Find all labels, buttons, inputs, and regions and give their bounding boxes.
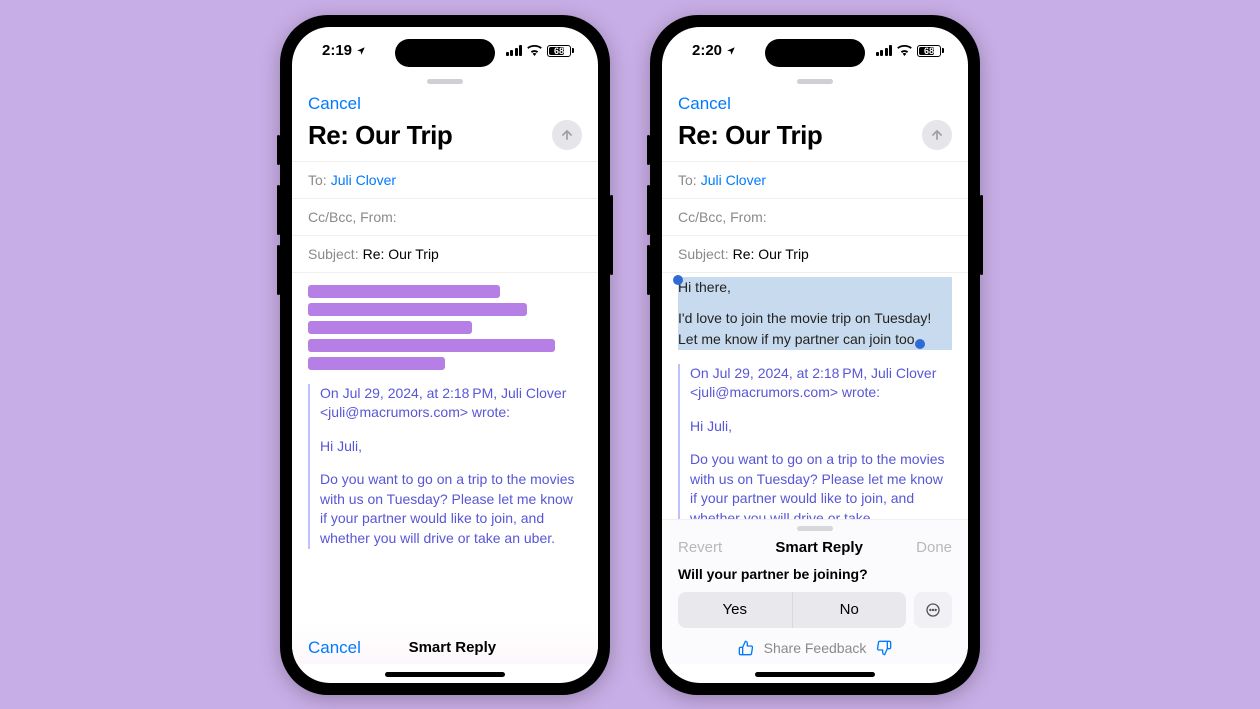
smart-reply-title: Smart Reply bbox=[409, 639, 497, 656]
message-body[interactable]: On Jul 29, 2024, at 2:18 PM, Juli Clover… bbox=[292, 273, 598, 624]
quote-greeting: Hi Juli, bbox=[320, 437, 582, 457]
to-field[interactable]: To: Juli Clover bbox=[662, 161, 968, 198]
side-button bbox=[647, 135, 650, 165]
side-button bbox=[647, 185, 650, 235]
quote-header: On Jul 29, 2024, at 2:18 PM, Juli Clover… bbox=[690, 364, 952, 403]
subject-field[interactable]: Subject: Re: Our Trip bbox=[292, 235, 598, 273]
arrow-up-icon bbox=[930, 128, 944, 142]
thumbs-up-icon[interactable] bbox=[738, 640, 754, 656]
status-time: 2:20 bbox=[692, 42, 722, 59]
ai-generating-placeholder bbox=[308, 285, 582, 370]
home-indicator[interactable] bbox=[385, 672, 505, 677]
feedback-label: Share Feedback bbox=[764, 640, 867, 656]
compose-title: Re: Our Trip bbox=[678, 120, 822, 151]
side-button bbox=[647, 245, 650, 295]
location-icon bbox=[356, 46, 366, 56]
smart-reply-question: Will your partner be joining? bbox=[662, 566, 968, 592]
arrow-up-icon bbox=[560, 128, 574, 142]
cellular-icon bbox=[876, 45, 893, 56]
side-button bbox=[277, 245, 280, 295]
to-value[interactable]: Juli Clover bbox=[331, 172, 396, 188]
selection-handle-end[interactable] bbox=[915, 339, 925, 349]
cancel-button[interactable]: Cancel bbox=[678, 94, 731, 114]
side-button bbox=[610, 195, 613, 275]
message-body[interactable]: Hi there, I'd love to join the movie tri… bbox=[662, 273, 968, 519]
dynamic-island bbox=[765, 39, 865, 67]
quoted-message: On Jul 29, 2024, at 2:18 PM, Juli Clover… bbox=[308, 384, 582, 549]
smart-reply-title: Smart Reply bbox=[775, 539, 863, 556]
subject-value: Re: Our Trip bbox=[733, 246, 809, 262]
smart-reply-panel: Revert Smart Reply Done Will your partne… bbox=[662, 519, 968, 664]
choice-yes[interactable]: Yes bbox=[678, 592, 792, 628]
smart-reply-bar: Cancel Smart Reply Done bbox=[292, 624, 598, 664]
wifi-icon bbox=[897, 45, 912, 56]
subject-label: Subject: bbox=[678, 246, 729, 262]
subject-label: Subject: bbox=[308, 246, 359, 262]
cc-bcc-field[interactable]: Cc/Bcc, From: bbox=[662, 198, 968, 235]
selection-handle-start[interactable] bbox=[673, 275, 683, 285]
cancel-button[interactable]: Cancel bbox=[308, 638, 361, 658]
cc-label: Cc/Bcc, From: bbox=[678, 209, 767, 225]
cc-bcc-field[interactable]: Cc/Bcc, From: bbox=[292, 198, 598, 235]
dynamic-island bbox=[395, 39, 495, 67]
side-button bbox=[277, 185, 280, 235]
to-value[interactable]: Juli Clover bbox=[701, 172, 766, 188]
home-indicator[interactable] bbox=[755, 672, 875, 677]
quoted-message: On Jul 29, 2024, at 2:18 PM, Juli Clover… bbox=[678, 364, 952, 519]
cc-label: Cc/Bcc, From: bbox=[308, 209, 397, 225]
selected-reply-text[interactable]: Hi there, I'd love to join the movie tri… bbox=[678, 277, 952, 350]
quote-greeting: Hi Juli, bbox=[690, 417, 952, 437]
subject-field[interactable]: Subject: Re: Our Trip bbox=[662, 235, 968, 273]
share-feedback[interactable]: Share Feedback bbox=[662, 640, 968, 660]
location-icon bbox=[726, 46, 736, 56]
to-field[interactable]: To: Juli Clover bbox=[292, 161, 598, 198]
send-button[interactable] bbox=[552, 120, 582, 150]
thumbs-down-icon[interactable] bbox=[876, 640, 892, 656]
reply-line-1: Hi there, bbox=[678, 277, 952, 308]
battery-icon: 68 bbox=[917, 45, 944, 57]
side-button bbox=[277, 135, 280, 165]
quote-header: On Jul 29, 2024, at 2:18 PM, Juli Clover… bbox=[320, 384, 582, 423]
quote-body: Do you want to go on a trip to the movie… bbox=[690, 450, 952, 518]
compose-title: Re: Our Trip bbox=[308, 120, 452, 151]
ellipsis-icon bbox=[925, 602, 941, 618]
battery-icon: 68 bbox=[547, 45, 574, 57]
reply-line-2: I'd love to join the movie trip on Tuesd… bbox=[678, 310, 931, 347]
revert-button[interactable]: Revert bbox=[678, 539, 722, 556]
cellular-icon bbox=[506, 45, 523, 56]
more-options-button[interactable] bbox=[914, 592, 952, 628]
to-label: To: bbox=[308, 172, 327, 188]
phone-right: 2:20 68 Cancel Re: Our Trip bbox=[650, 15, 980, 695]
subject-value: Re: Our Trip bbox=[363, 246, 439, 262]
wifi-icon bbox=[527, 45, 542, 56]
to-label: To: bbox=[678, 172, 697, 188]
status-time: 2:19 bbox=[322, 42, 352, 59]
side-button bbox=[980, 195, 983, 275]
quote-body: Do you want to go on a trip to the movie… bbox=[320, 470, 582, 548]
choice-no[interactable]: No bbox=[792, 592, 907, 628]
done-button[interactable]: Done bbox=[916, 539, 952, 556]
phone-left: 2:19 68 Cancel Re: Our Trip bbox=[280, 15, 610, 695]
send-button[interactable] bbox=[922, 120, 952, 150]
cancel-button[interactable]: Cancel bbox=[308, 94, 361, 114]
